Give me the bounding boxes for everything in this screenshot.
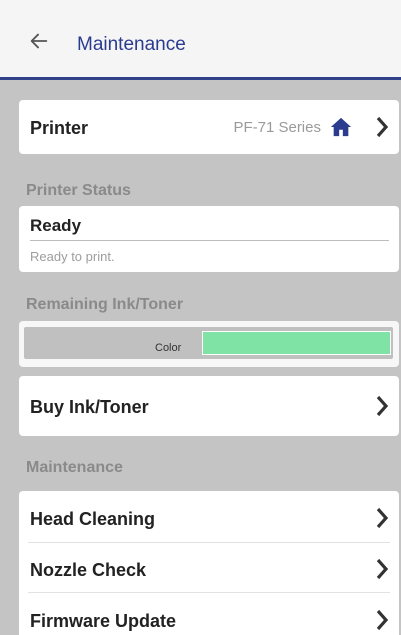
maintenance-heading: Maintenance xyxy=(26,459,123,476)
chevron-right-icon xyxy=(376,116,389,138)
printer-label: Printer xyxy=(30,118,89,138)
remaining-ink-heading: Remaining Ink/Toner xyxy=(26,296,184,313)
list-item-label: Firmware Update xyxy=(30,611,177,631)
arrow-left-icon[interactable] xyxy=(28,30,50,52)
list-item-label: Head Cleaning xyxy=(30,509,156,529)
app-header: Maintenance xyxy=(0,0,401,80)
chevron-right-icon xyxy=(376,395,389,417)
home-icon xyxy=(330,117,352,137)
head-cleaning-row[interactable]: Head Cleaning xyxy=(19,491,399,541)
buy-ink-toner-row[interactable]: Buy Ink/Toner xyxy=(19,376,399,436)
firmware-update-row[interactable]: Firmware Update xyxy=(19,593,399,635)
status-value: Ready xyxy=(30,216,82,235)
status-divider xyxy=(30,240,389,241)
ink-level-bar: Color xyxy=(24,327,393,359)
chevron-right-icon xyxy=(376,558,389,580)
ink-label: Color xyxy=(155,342,182,354)
list-item-label: Nozzle Check xyxy=(30,560,147,580)
ink-level-fill xyxy=(202,331,391,355)
chevron-right-icon xyxy=(376,507,389,529)
nozzle-check-row[interactable]: Nozzle Check xyxy=(19,543,399,593)
printer-row[interactable]: Printer PF-71 Series xyxy=(19,100,399,154)
buy-ink-toner-label: Buy Ink/Toner xyxy=(30,397,149,417)
chevron-right-icon xyxy=(376,609,389,631)
printer-name: PF-71 Series xyxy=(233,119,321,136)
printer-status-card: Ready Ready to print. xyxy=(19,206,399,272)
ink-level-card: Color xyxy=(19,321,399,367)
status-description: Ready to print. xyxy=(30,249,115,264)
maintenance-list: Head Cleaning Nozzle Check Firmware Upda… xyxy=(19,491,399,635)
page-title: Maintenance xyxy=(77,34,186,55)
printer-status-heading: Printer Status xyxy=(26,182,131,199)
